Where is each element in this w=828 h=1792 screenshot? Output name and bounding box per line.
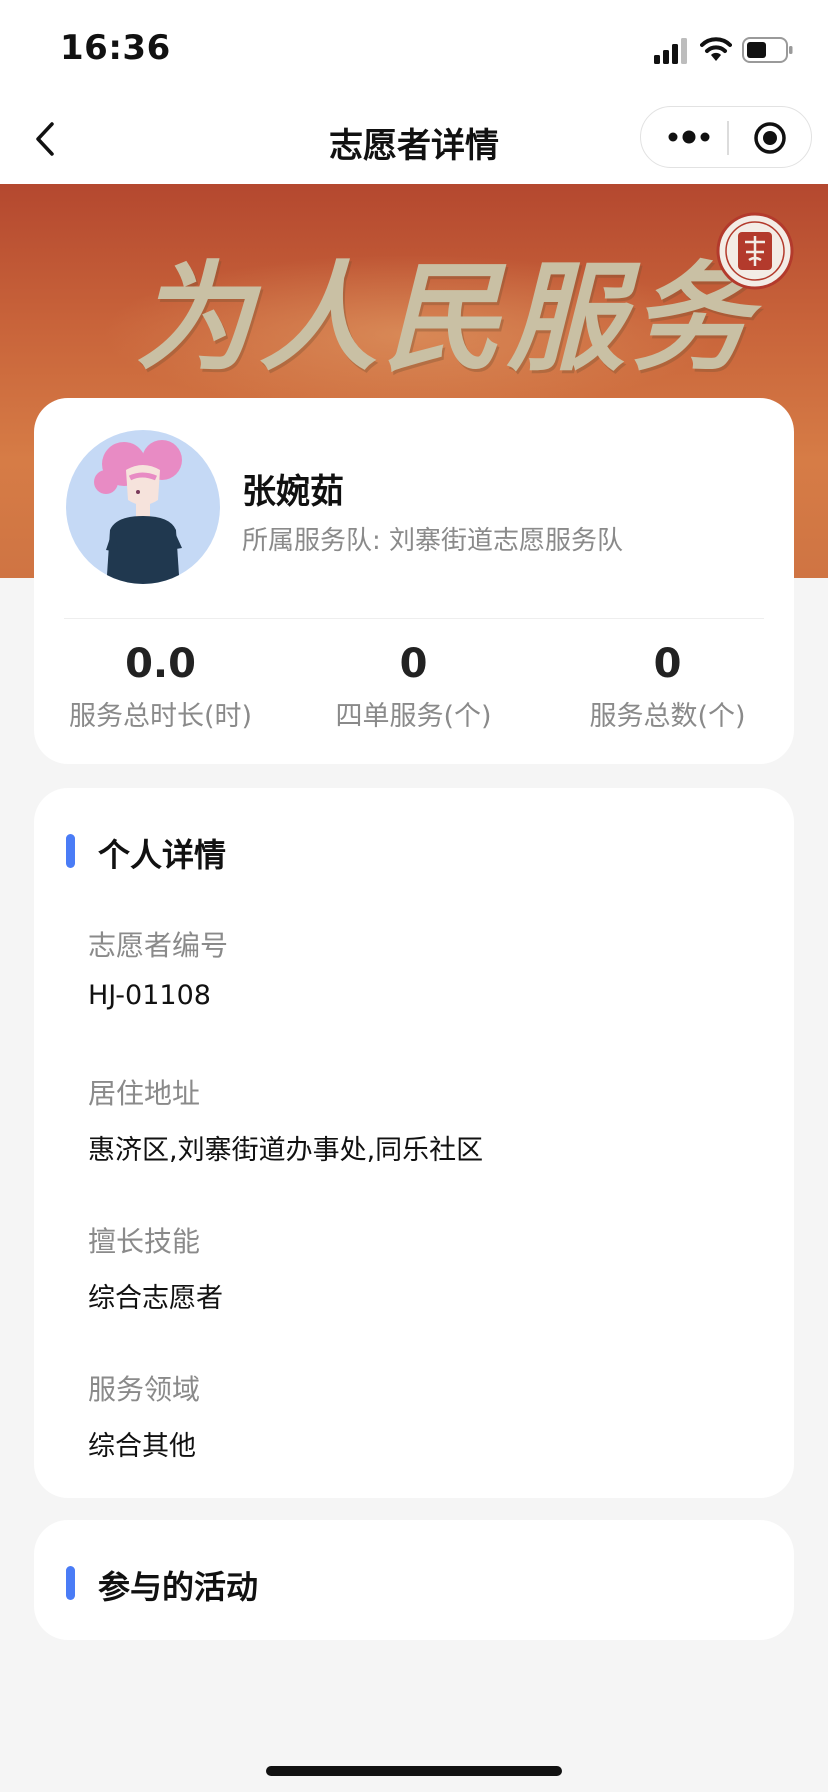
- stat-total-services: 0 服务总数(个): [541, 640, 794, 733]
- volunteer-name: 张婉茹: [242, 472, 344, 512]
- field-service-area: 服务领域 综合其他: [88, 1368, 200, 1463]
- team-label: 所属服务队:: [242, 526, 381, 556]
- field-volunteer-id: 志愿者编号 HJ-01108: [88, 924, 228, 1011]
- cellular-signal-icon: [654, 38, 687, 64]
- more-dots-icon[interactable]: [665, 123, 713, 151]
- field-label: 志愿者编号: [88, 929, 229, 962]
- section-title: 个人详情: [98, 836, 227, 874]
- field-value: 惠济区,刘寨街道办事处,同乐社区: [88, 1135, 484, 1166]
- mini-program-capsule: [640, 106, 812, 168]
- home-indicator: [266, 1766, 562, 1776]
- field-value: 综合志愿者: [88, 1283, 223, 1314]
- field-label: 服务领域: [88, 1373, 201, 1406]
- volunteer-seal-icon: [716, 212, 794, 290]
- team-info: 所属服务队: 刘寨街道志愿服务队: [242, 520, 623, 557]
- profile-card: 张婉茹 所属服务队: 刘寨街道志愿服务队 0.0 服务总时长(时) 0 四单服务…: [34, 398, 794, 764]
- banner-slogan: 为人民服务: [135, 248, 756, 387]
- section-accent-bar: [66, 834, 75, 868]
- stat-label: 服务总数(个): [589, 701, 746, 732]
- field-value: HJ-01108: [88, 980, 211, 1011]
- team-name: 刘寨街道志愿服务队: [389, 526, 624, 556]
- battery-icon: [742, 37, 793, 63]
- stat-four-list-services: 0 四单服务(个): [287, 640, 540, 733]
- stat-label: 服务总时长(时): [68, 701, 253, 732]
- field-label: 擅长技能: [88, 1225, 201, 1258]
- section-accent-bar: [66, 1566, 75, 1600]
- activities-card[interactable]: 参与的活动: [34, 1520, 794, 1640]
- field-address: 居住地址 惠济区,刘寨街道办事处,同乐社区: [88, 1072, 483, 1167]
- stat-value: 0: [399, 641, 428, 687]
- field-value: 综合其他: [88, 1431, 196, 1462]
- status-bar: 16:36: [0, 0, 828, 96]
- stat-value: 0: [653, 641, 682, 687]
- stat-value: 0.0: [125, 641, 196, 687]
- avatar[interactable]: [66, 430, 220, 584]
- capsule-divider: [727, 121, 729, 155]
- field-label: 居住地址: [88, 1077, 201, 1110]
- personal-details-card: 个人详情 志愿者编号 HJ-01108 居住地址 惠济区,刘寨街道办事处,同乐社…: [34, 788, 794, 1498]
- status-time: 16:36: [60, 28, 171, 68]
- navigation-bar: 志愿者详情: [0, 96, 828, 184]
- target-circle-icon[interactable]: [753, 121, 787, 155]
- stat-service-hours: 0.0 服务总时长(时): [34, 640, 287, 733]
- stat-label: 四单服务(个): [335, 701, 492, 732]
- profile-divider: [64, 618, 764, 619]
- section-title: 参与的活动: [98, 1568, 259, 1606]
- field-skills: 擅长技能 综合志愿者: [88, 1220, 223, 1315]
- wifi-icon: [700, 37, 732, 61]
